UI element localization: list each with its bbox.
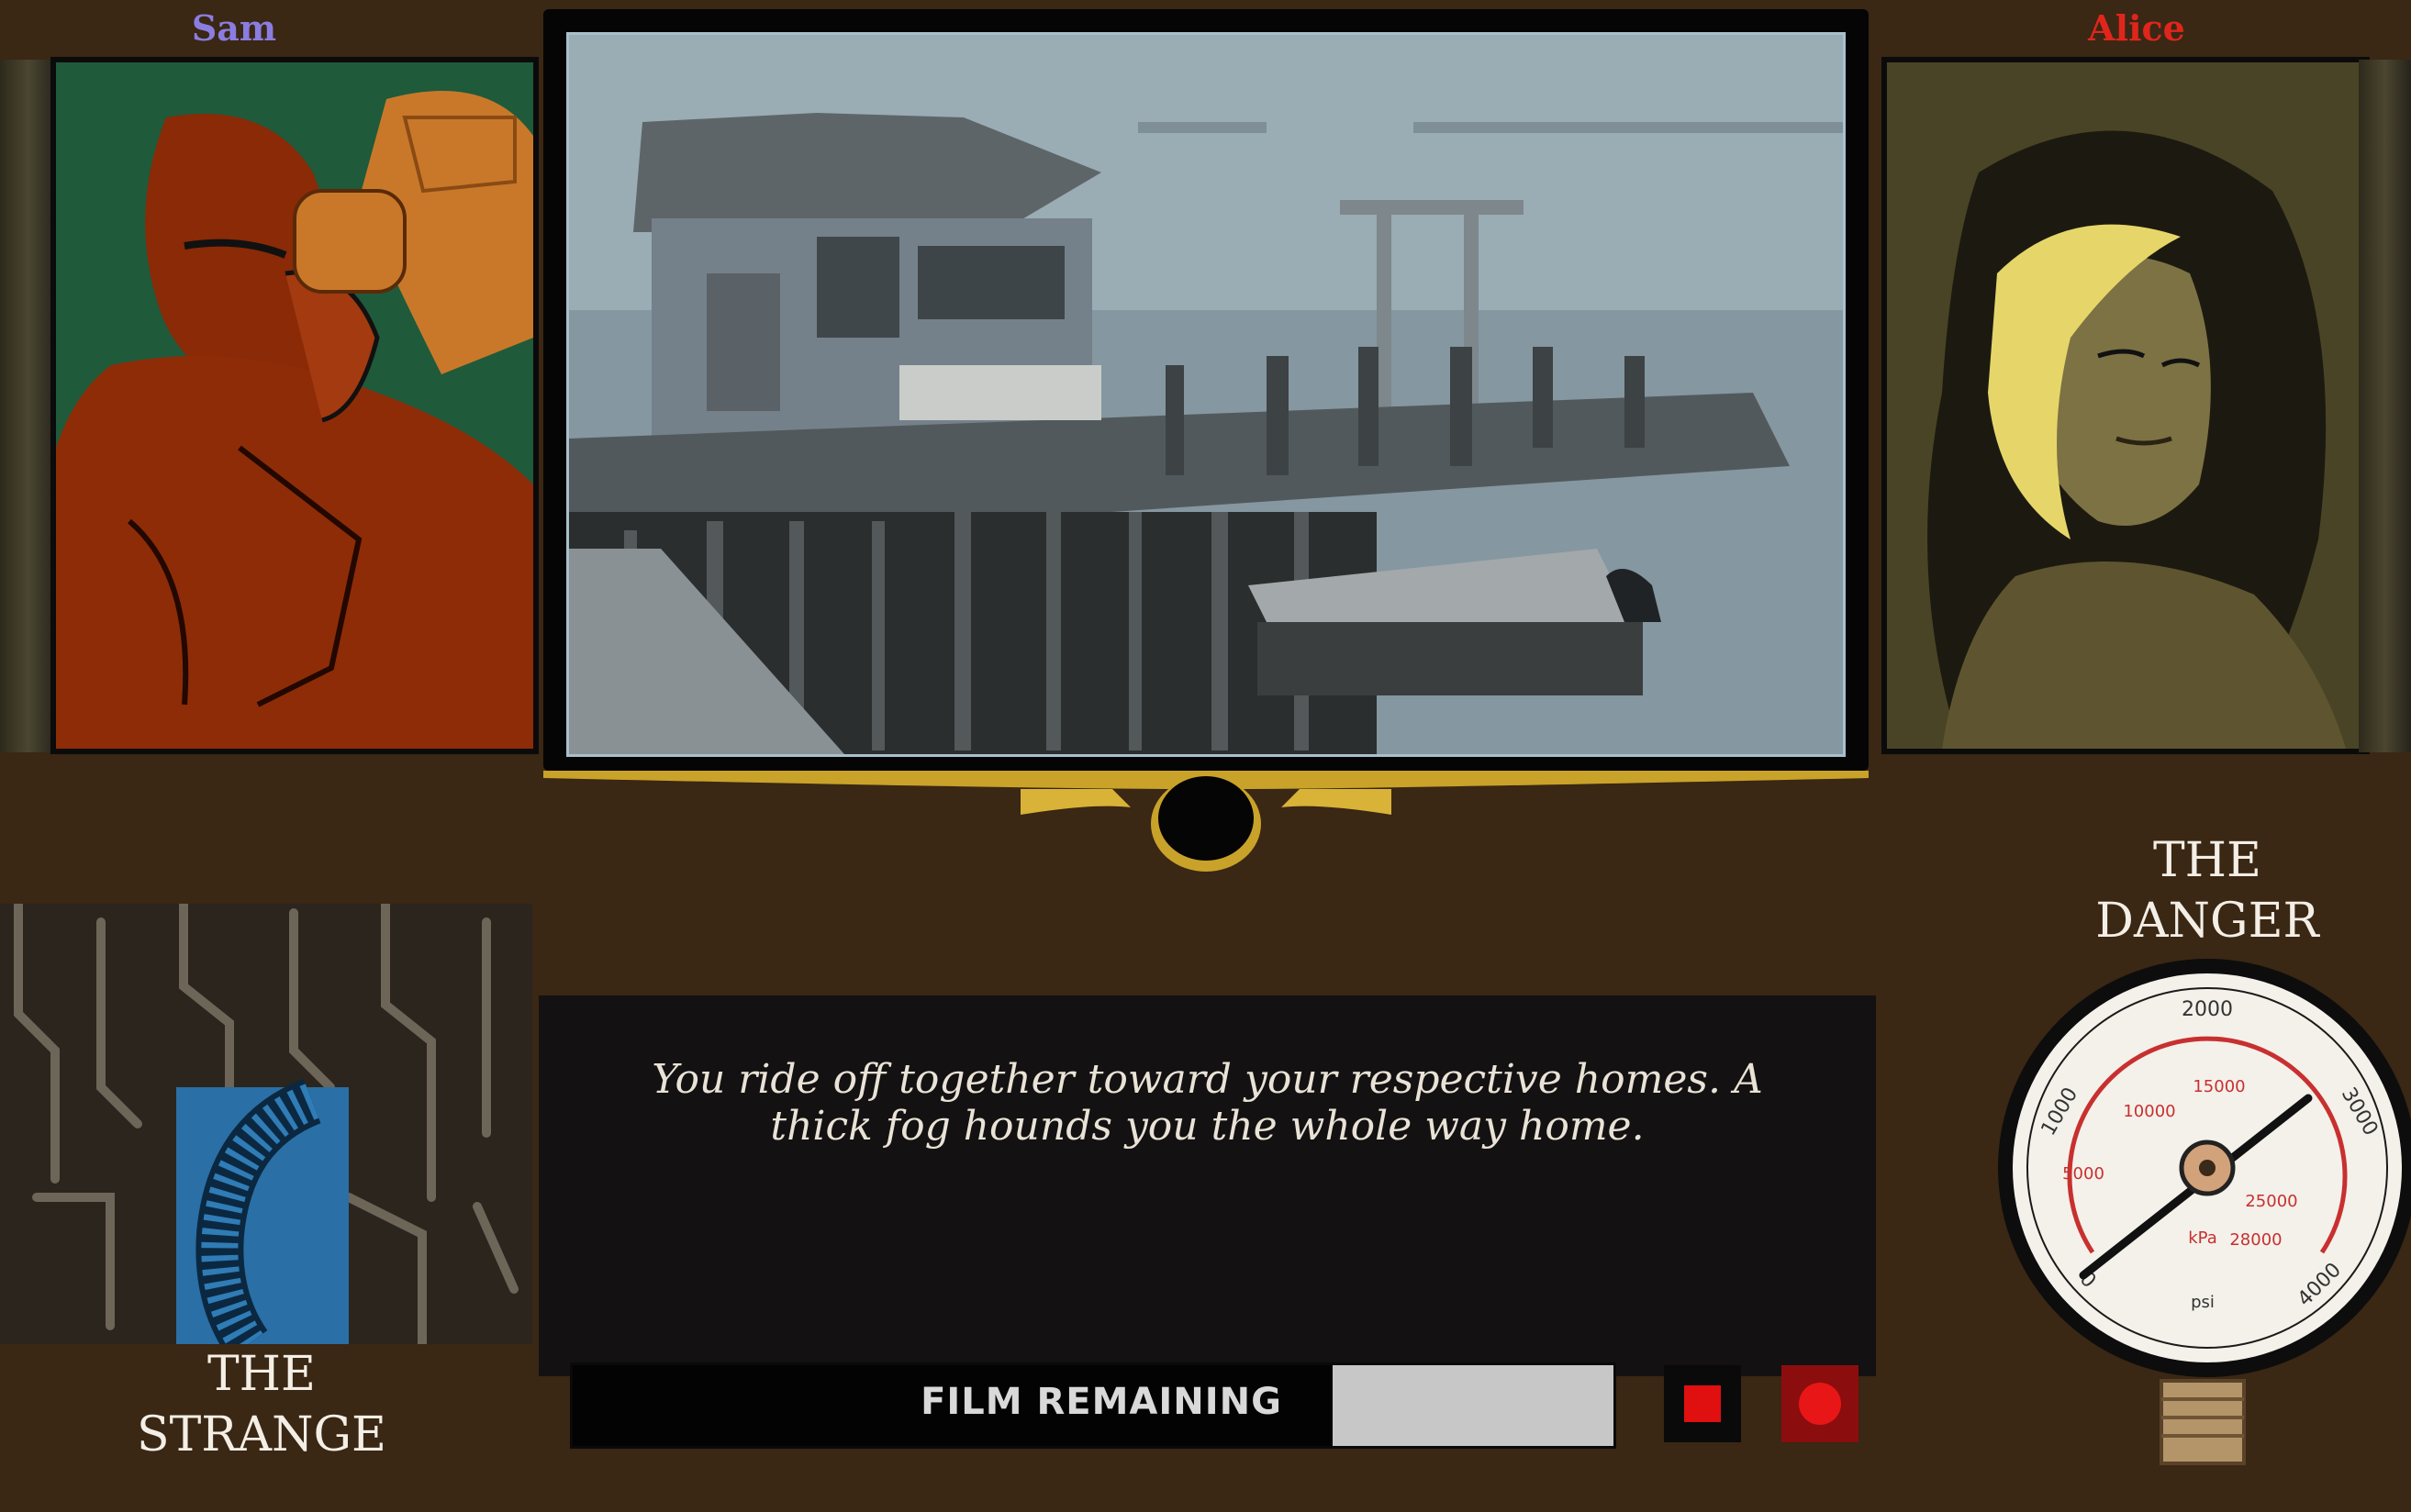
dialogue-box: You ride off together toward your respec… [539,995,1876,1376]
danger-caption-line1: THE [2153,833,2261,888]
gauge-inner-tick-right: 25000 [2245,1192,2297,1211]
gauge-inner-tick-lower-right: 28000 [2229,1230,2282,1250]
scene-viewport [566,32,1846,757]
gauge-unit-kpa: kPa [2188,1228,2217,1248]
left-character-name: Sam [191,7,277,49]
danger-caption-line2: DANGER [2095,894,2319,949]
strange-caption-line1: THE [207,1347,316,1402]
monitor-gold-ornament [543,771,1869,881]
right-character-name: Alice [2088,7,2185,49]
gauge-inner-tick-top: 15000 [2193,1077,2245,1096]
gauge-inner-tick-left: 5000 [2062,1164,2104,1184]
right-portrait [1881,57,2370,754]
danger-caption: THE DANGER [2028,830,2386,951]
left-vine-border [0,60,57,752]
record-icon [1799,1383,1841,1425]
sam-portrait-art [56,62,533,749]
pressure-gauge-art: 2000 3000 4000 1000 0 15000 10000 5000 2… [1998,959,2411,1465]
strange-caption: THE STRANGE [83,1344,441,1465]
record-button[interactable] [1781,1365,1858,1442]
stop-icon [1684,1385,1721,1422]
stop-button[interactable] [1664,1365,1741,1442]
dock-scene-art [569,35,1843,754]
strange-caption-line2: STRANGE [136,1407,386,1462]
strange-panel [0,904,532,1344]
danger-gauge: 2000 3000 4000 1000 0 15000 10000 5000 2… [1992,959,2411,1473]
gauge-inner-tick-upper-left: 10000 [2123,1102,2175,1121]
alice-portrait-art [1887,62,2364,749]
dialogue-text: You ride off together toward your respec… [652,1056,1763,1150]
film-remaining-label: FILM REMAINING [921,1381,1282,1423]
ornament-art [543,771,1869,872]
left-portrait [50,57,539,754]
strange-texture-art [0,904,532,1344]
gauge-unit-psi: psi [2191,1293,2215,1312]
right-vine-border [2359,60,2411,752]
gauge-outer-tick-top: 2000 [2182,998,2233,1021]
